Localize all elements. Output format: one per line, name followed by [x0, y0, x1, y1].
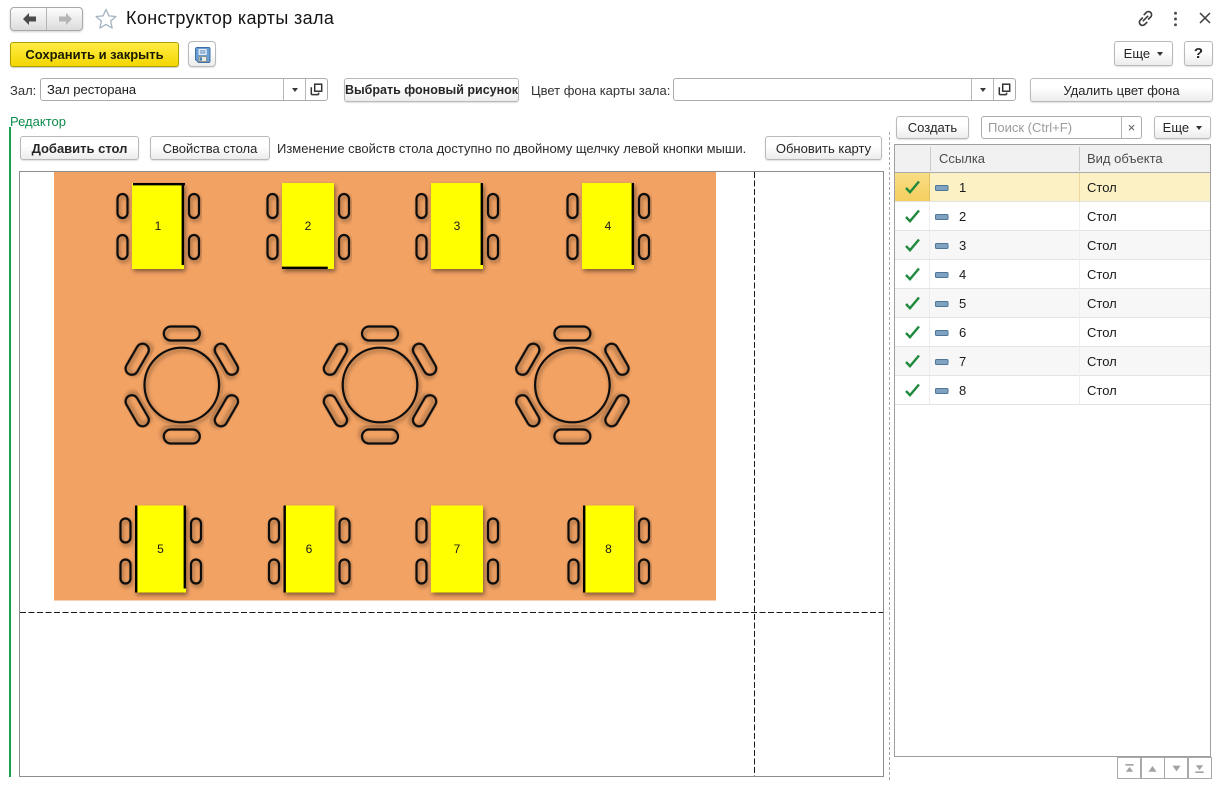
svg-text:6: 6 [306, 542, 313, 556]
svg-text:4: 4 [605, 219, 612, 233]
svg-text:1: 1 [155, 219, 162, 233]
svg-text:8: 8 [605, 542, 612, 556]
svg-text:7: 7 [454, 542, 461, 556]
svg-text:2: 2 [305, 219, 312, 233]
svg-text:3: 3 [454, 219, 461, 233]
svg-text:5: 5 [157, 542, 164, 556]
